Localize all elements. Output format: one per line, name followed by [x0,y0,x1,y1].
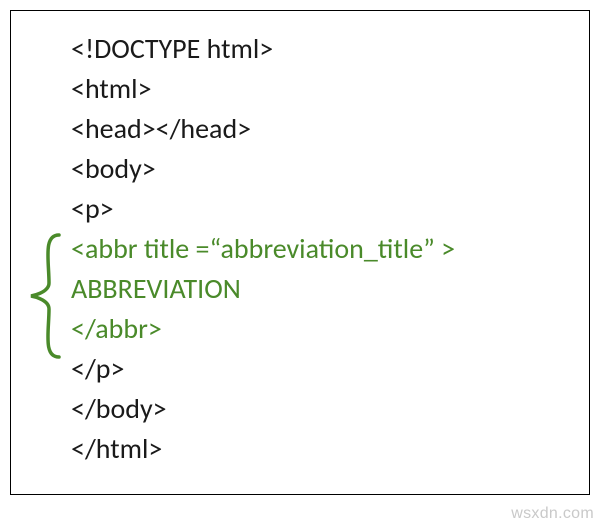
brace-icon [25,233,65,359]
code-line-head: <head></head> [71,109,559,149]
code-line-abbr-text: ABBREVIATION [71,269,559,309]
code-line-html-close: </html> [71,429,559,469]
watermark-text: wsxdn.com [511,505,594,523]
code-line-html-open: <html> [71,69,559,109]
code-line-p-open: <p> [71,189,559,229]
code-snippet-frame: <!DOCTYPE html> <html> <head></head> <bo… [10,10,590,495]
code-line-doctype: <!DOCTYPE html> [71,29,559,69]
code-line-abbr-open: <abbr title =“abbreviation_title” > [71,229,559,269]
code-line-abbr-close: </abbr> [71,309,559,349]
code-line-body-open: <body> [71,149,559,189]
code-line-body-close: </body> [71,389,559,429]
code-line-p-close: </p> [71,349,559,389]
